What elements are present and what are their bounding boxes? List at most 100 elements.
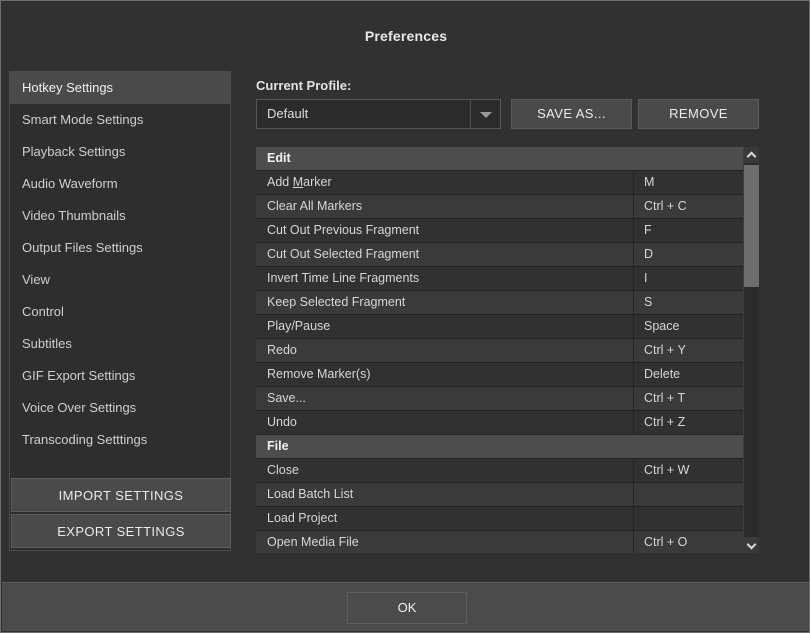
sidebar-item-label: Voice Over Settings bbox=[22, 400, 136, 415]
sidebar-item-control[interactable]: Control bbox=[10, 296, 230, 328]
sidebar-item-video-thumbnails[interactable]: Video Thumbnails bbox=[10, 200, 230, 232]
chevron-down-icon bbox=[480, 112, 492, 118]
profile-selected-value: Default bbox=[267, 100, 308, 128]
hotkey-table-row[interactable]: Undo Ctrl + Z bbox=[256, 411, 743, 435]
sidebar-item-label: Video Thumbnails bbox=[22, 208, 126, 223]
hotkey-table-row[interactable]: Clear All MarkersCtrl + C bbox=[256, 195, 743, 219]
current-profile-label: Current Profile: bbox=[256, 78, 351, 93]
column-divider bbox=[633, 315, 634, 338]
column-divider bbox=[633, 459, 634, 482]
column-divider bbox=[633, 267, 634, 290]
hotkey-table-row[interactable]: Open Media File Ctrl + O bbox=[256, 531, 743, 553]
hotkey-action-label: Save... bbox=[267, 387, 306, 410]
dialog-footer: OK bbox=[2, 582, 810, 631]
hotkey-action-label: Add Marker bbox=[267, 171, 332, 194]
column-divider bbox=[633, 387, 634, 410]
ok-button[interactable]: OK bbox=[347, 592, 467, 624]
hotkey-table-body: EditAdd Marker MClear All MarkersCtrl + C… bbox=[256, 147, 743, 553]
column-divider bbox=[633, 195, 634, 218]
hotkey-shortcut-label: M bbox=[644, 171, 654, 194]
chevron-up-icon bbox=[747, 152, 757, 162]
remove-profile-button[interactable]: REMOVE bbox=[638, 99, 759, 129]
hotkey-action-label: Play/Pause bbox=[267, 315, 330, 338]
sidebar-item-transcoding-setttings[interactable]: Transcoding Setttings bbox=[10, 424, 230, 456]
sidebar-item-label: Control bbox=[22, 304, 64, 319]
sidebar-item-audio-waveform[interactable]: Audio Waveform bbox=[10, 168, 230, 200]
sidebar-item-output-files-settings[interactable]: Output Files Settings bbox=[10, 232, 230, 264]
hotkey-shortcut-label: Ctrl + Y bbox=[644, 339, 686, 362]
hotkey-table-row[interactable]: Save... Ctrl + T bbox=[256, 387, 743, 411]
hotkey-group-row: Edit bbox=[256, 147, 743, 171]
sidebar-item-label: Hotkey Settings bbox=[22, 80, 113, 95]
sidebar-item-subtitles[interactable]: Subtitles bbox=[10, 328, 230, 360]
hotkey-table-row[interactable]: Load Batch List bbox=[256, 483, 743, 507]
sidebar-item-hotkey-settings[interactable]: Hotkey Settings bbox=[10, 72, 230, 104]
hotkey-action-label: Remove Marker(s) bbox=[267, 363, 371, 386]
sidebar-item-label: Smart Mode Settings bbox=[22, 112, 143, 127]
scroll-up-button[interactable] bbox=[744, 147, 759, 163]
sidebar-item-playback-settings[interactable]: Playback Settings bbox=[10, 136, 230, 168]
settings-sidebar: Hotkey Settings Smart Mode Settings Playba… bbox=[9, 71, 231, 551]
hotkey-group-label: Edit bbox=[267, 147, 291, 170]
hotkey-action-label: Load Batch List bbox=[267, 483, 353, 506]
sidebar-item-label: View bbox=[22, 272, 50, 287]
hotkey-table-row[interactable]: Cut Out Previous FragmentF bbox=[256, 219, 743, 243]
hotkey-table-row[interactable]: Remove Marker(s) Delete bbox=[256, 363, 743, 387]
hotkey-shortcut-label: Ctrl + Z bbox=[644, 411, 685, 434]
hotkey-table-row[interactable]: Play/PauseSpace bbox=[256, 315, 743, 339]
hotkey-shortcut-label: Ctrl + C bbox=[644, 195, 687, 218]
page-title: Preferences bbox=[2, 28, 810, 44]
import-settings-button[interactable]: IMPORT SETTINGS bbox=[11, 478, 231, 512]
column-divider bbox=[633, 507, 634, 530]
chevron-down-icon bbox=[747, 540, 757, 550]
sidebar-item-smart-mode-settings[interactable]: Smart Mode Settings bbox=[10, 104, 230, 136]
column-divider bbox=[633, 243, 634, 266]
hotkey-shortcut-label: Delete bbox=[644, 363, 680, 386]
hotkey-shortcut-label: Ctrl + O bbox=[644, 531, 687, 553]
hotkey-action-label: Keep Selected Fragment bbox=[267, 291, 405, 314]
export-settings-button[interactable]: EXPORT SETTINGS bbox=[11, 514, 231, 548]
sidebar-item-label: Subtitles bbox=[22, 336, 72, 351]
scrollbar-thumb[interactable] bbox=[744, 165, 759, 287]
save-as-button[interactable]: SAVE AS... bbox=[511, 99, 632, 129]
column-divider bbox=[633, 411, 634, 434]
hotkey-table-row[interactable]: RedoCtrl + Y bbox=[256, 339, 743, 363]
column-divider bbox=[633, 339, 634, 362]
hotkey-table-scrollbar[interactable] bbox=[743, 147, 759, 553]
hotkey-table-row[interactable]: Keep Selected Fragment S bbox=[256, 291, 743, 315]
sidebar-item-label: Output Files Settings bbox=[22, 240, 143, 255]
column-divider bbox=[633, 291, 634, 314]
column-divider bbox=[633, 531, 634, 553]
hotkey-table-row[interactable]: Load Project bbox=[256, 507, 743, 531]
hotkey-action-label: Open Media File bbox=[267, 531, 359, 553]
sidebar-item-label: Transcoding Setttings bbox=[22, 432, 147, 447]
preferences-dialog: Preferences Hotkey Settings Smart Mode Se… bbox=[0, 0, 810, 633]
hotkey-group-label: File bbox=[267, 435, 289, 458]
sidebar-item-gif-export-settings[interactable]: GIF Export Settings bbox=[10, 360, 230, 392]
column-divider bbox=[633, 363, 634, 386]
dialog-titlebar: Preferences bbox=[2, 2, 810, 56]
hotkey-table-row[interactable]: Cut Out Selected FragmentD bbox=[256, 243, 743, 267]
hotkey-shortcut-label: Ctrl + T bbox=[644, 387, 685, 410]
hotkey-action-label: Cut Out Previous Fragment bbox=[267, 219, 419, 242]
column-divider bbox=[633, 171, 634, 194]
hotkey-table-row[interactable]: CloseCtrl + W bbox=[256, 459, 743, 483]
hotkey-table-row[interactable]: Add Marker M bbox=[256, 171, 743, 195]
hotkey-group-row: File bbox=[256, 435, 743, 459]
hotkey-action-label: Invert Time Line Fragments bbox=[267, 267, 419, 290]
column-divider bbox=[633, 219, 634, 242]
sidebar-item-voice-over-settings[interactable]: Voice Over Settings bbox=[10, 392, 230, 424]
scroll-down-button[interactable] bbox=[744, 537, 759, 553]
hotkey-action-label: Undo bbox=[267, 411, 297, 434]
sidebar-item-label: Audio Waveform bbox=[22, 176, 118, 191]
hotkey-shortcut-label: S bbox=[644, 291, 652, 314]
hotkey-action-label: Load Project bbox=[267, 507, 337, 530]
sidebar-item-label: GIF Export Settings bbox=[22, 368, 135, 383]
hotkey-shortcut-label: D bbox=[644, 243, 653, 266]
column-divider bbox=[633, 483, 634, 506]
hotkey-table-row[interactable]: Invert Time Line FragmentsI bbox=[256, 267, 743, 291]
sidebar-item-view[interactable]: View bbox=[10, 264, 230, 296]
hotkey-shortcut-label: Ctrl + W bbox=[644, 459, 689, 482]
profile-dropdown-button[interactable] bbox=[470, 100, 500, 128]
profile-select[interactable]: Default bbox=[256, 99, 501, 129]
